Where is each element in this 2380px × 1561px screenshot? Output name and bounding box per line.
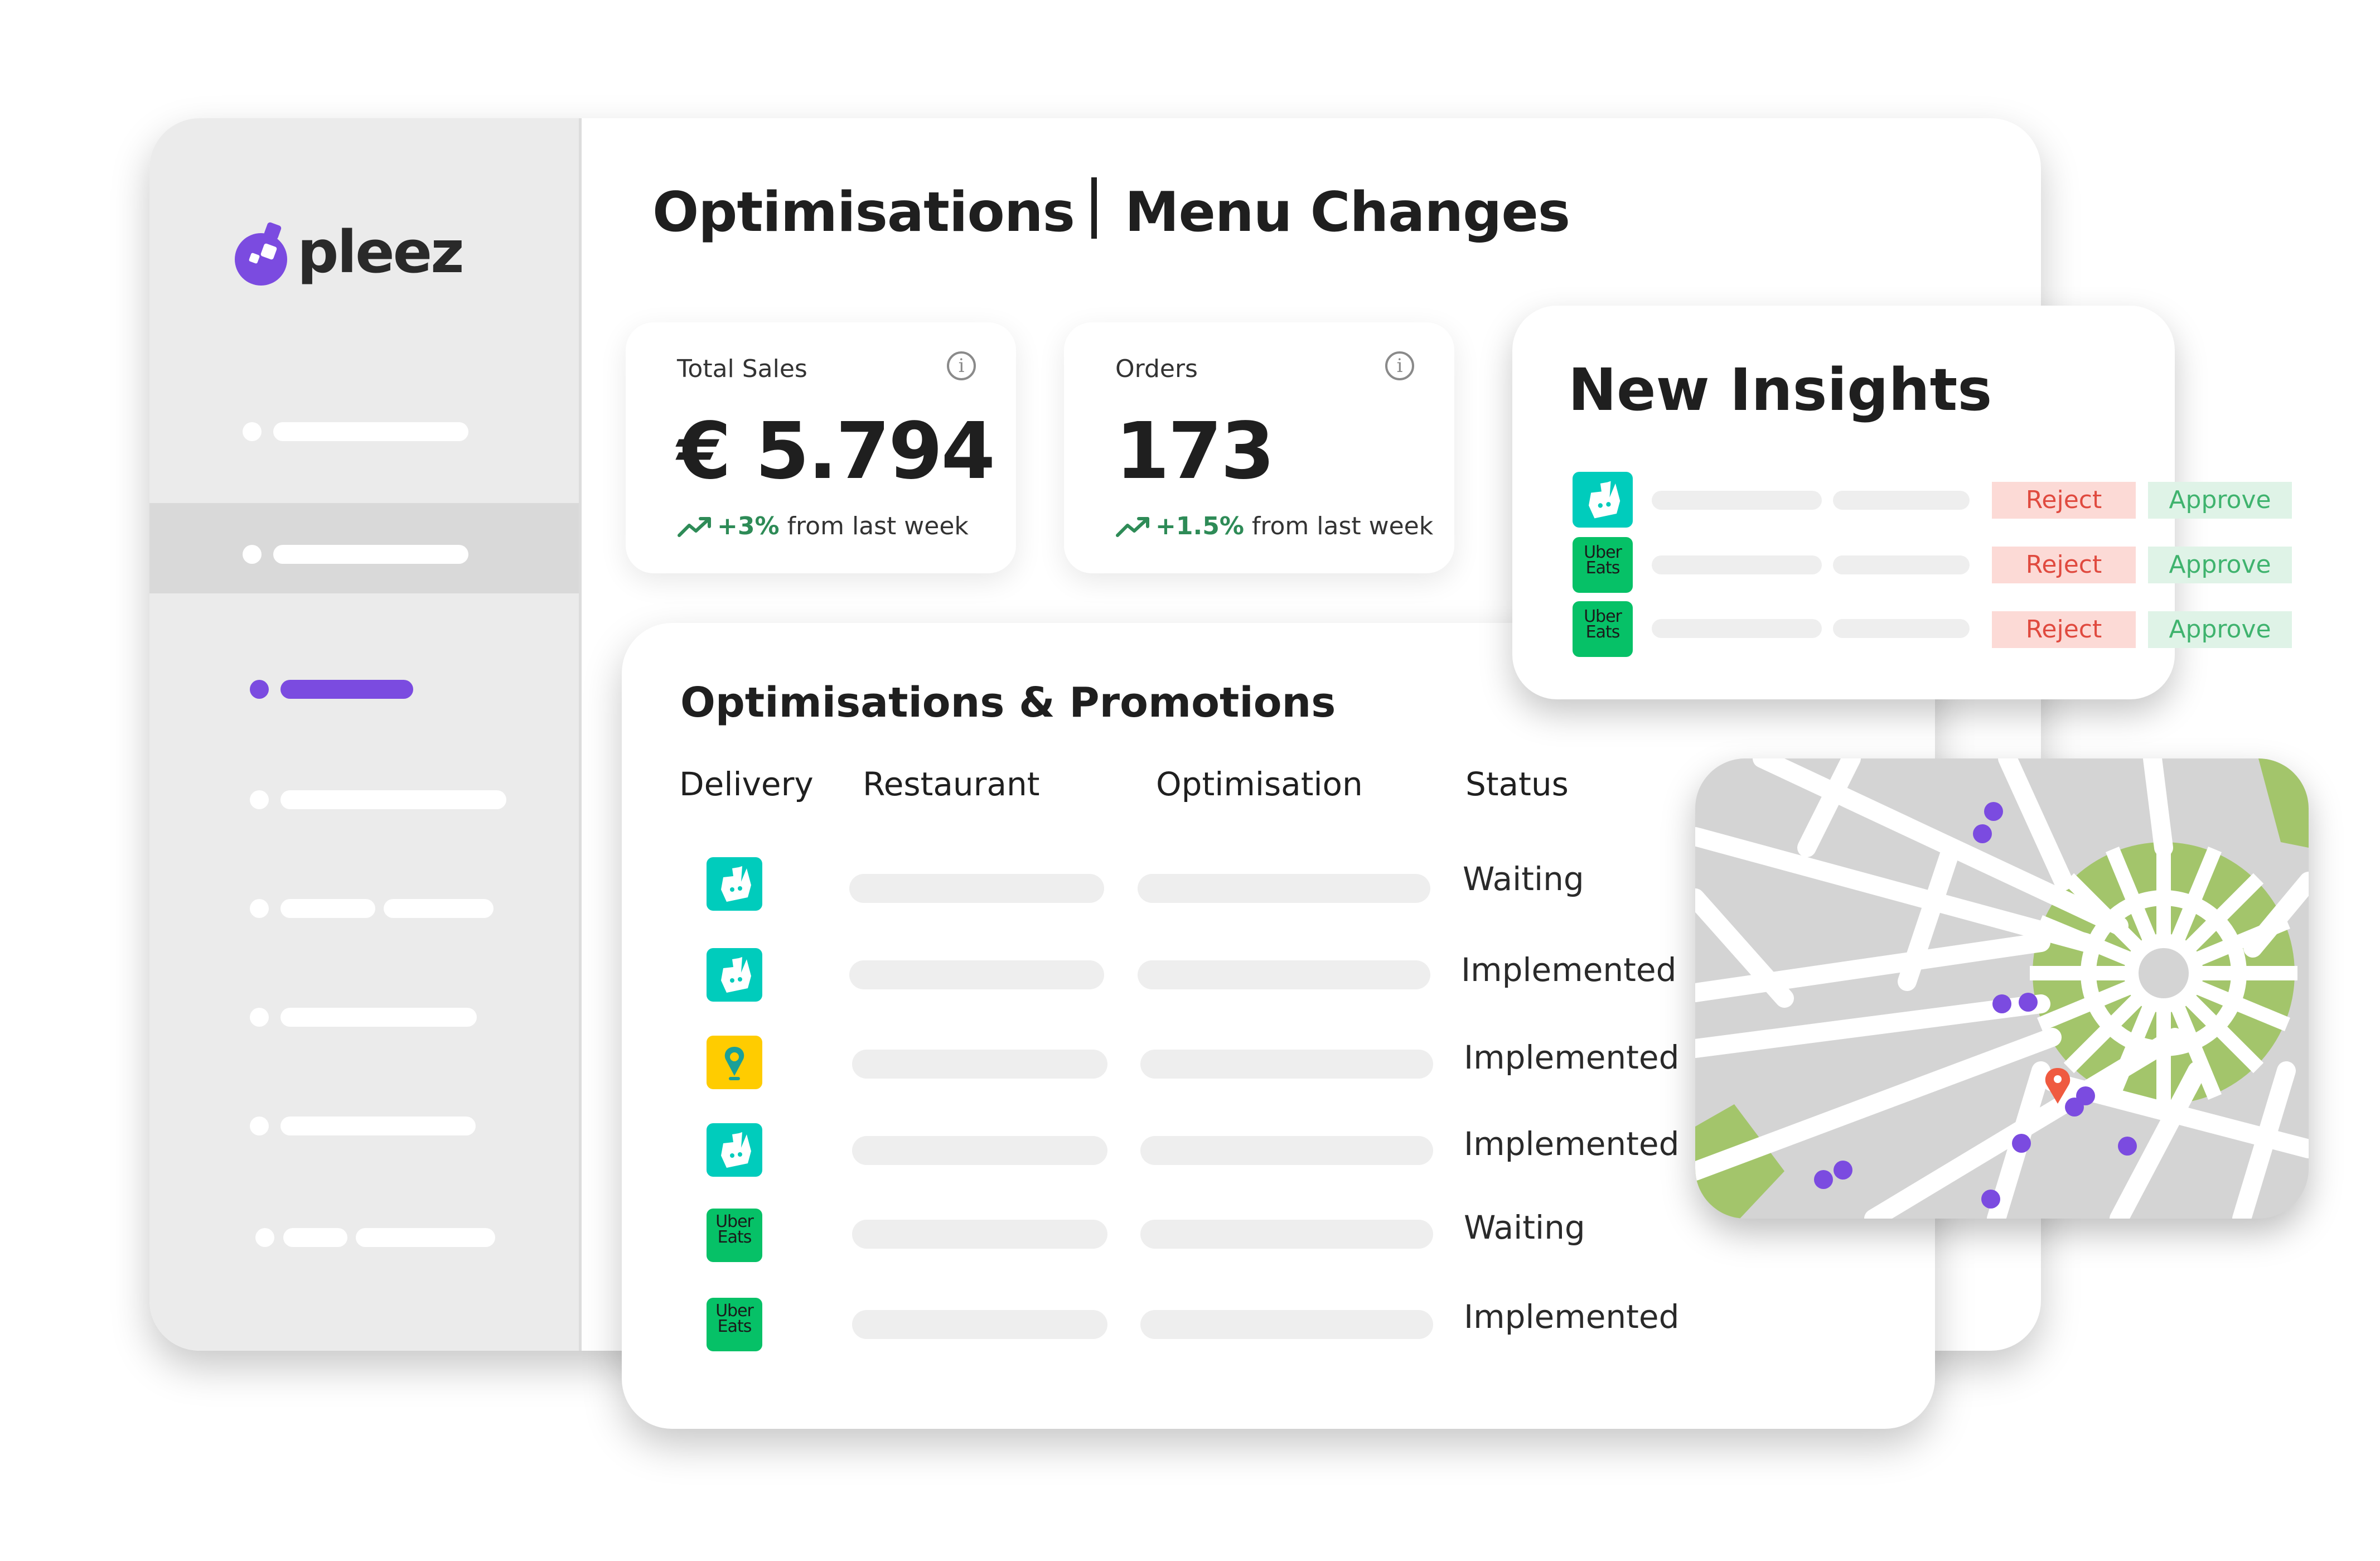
info-icon[interactable]: i [1385, 351, 1414, 380]
status-text: Implemented [1464, 1298, 1680, 1336]
placeholder-text [1652, 555, 1822, 574]
kpi-value: € 5.794 [677, 406, 995, 497]
justeat-logo-icon [707, 1036, 762, 1089]
info-icon[interactable]: i [947, 351, 976, 380]
pleez-logo: pleez [233, 213, 467, 291]
placeholder-text [1833, 491, 1970, 510]
placeholder-restaurant [849, 874, 1104, 903]
insights-title: New Insights [1568, 356, 1992, 424]
kpi-trend: +3% from last week [677, 512, 969, 540]
trend-up-icon [678, 517, 711, 537]
placeholder-optimisation [1140, 1050, 1433, 1079]
reject-button[interactable]: Reject [1992, 482, 2136, 519]
deliveroo-logo-icon [707, 948, 762, 1002]
ubereats-logo-icon: Uber Eats [707, 1298, 762, 1351]
deliveroo-logo-icon [1573, 472, 1633, 528]
status-text: Waiting [1464, 1209, 1585, 1246]
column-header-optimisation: Optimisation [1156, 765, 1363, 803]
status-text: Implemented [1464, 1125, 1680, 1163]
trend-up-icon [1116, 517, 1149, 537]
ubereats-logo-icon: Uber Eats [707, 1209, 762, 1262]
kpi-label: Orders [1115, 355, 1198, 383]
placeholder-optimisation [1140, 1220, 1433, 1249]
placeholder-restaurant [852, 1220, 1107, 1249]
approve-button[interactable]: Approve [2148, 611, 2292, 648]
logo-wordmark: pleez [297, 218, 465, 286]
approve-button[interactable]: Approve [2148, 482, 2292, 519]
panel-title: Optimisations & Promotions [680, 679, 1336, 727]
new-insights-card: New Insights Reject Approve Uber Eats Rej… [1512, 306, 2292, 699]
placeholder-optimisation [1138, 874, 1430, 903]
status-text: Implemented [1461, 951, 1677, 989]
placeholder-optimisation [1140, 1136, 1433, 1165]
map-canvas[interactable] [1695, 758, 2309, 1219]
placeholder-text [1652, 619, 1822, 638]
ubereats-logo-icon: Uber Eats [1573, 537, 1633, 593]
status-text: Waiting [1463, 860, 1584, 898]
column-header-delivery: Delivery [679, 765, 814, 803]
placeholder-text [1833, 555, 1970, 574]
kpi-trend: +1.5% from last week [1115, 512, 1433, 540]
map-widget[interactable] [1695, 758, 2309, 1219]
deliveroo-logo-icon [707, 1123, 762, 1177]
column-header-restaurant: Restaurant [863, 765, 1040, 803]
kpi-value: 173 [1115, 406, 1275, 497]
page-title: Optimisations Menu Changes [652, 177, 1570, 244]
placeholder-restaurant [852, 1310, 1107, 1339]
column-header-status: Status [1465, 765, 1569, 803]
kpi-card-total-sales: Total Sales i € 5.794 +3% from last week [626, 322, 1016, 573]
status-text: Implemented [1464, 1038, 1680, 1076]
kpi-card-orders: Orders i 173 +1.5% from last week [1064, 322, 1454, 573]
sidebar: pleez [149, 118, 582, 1351]
placeholder-restaurant [852, 1050, 1107, 1079]
approve-button[interactable]: Approve [2148, 547, 2292, 583]
ubereats-logo-icon: Uber Eats [1573, 601, 1633, 657]
placeholder-text [1652, 491, 1822, 510]
kpi-label: Total Sales [677, 355, 807, 383]
pleez-logo-icon [235, 222, 287, 286]
placeholder-optimisation [1140, 1310, 1433, 1339]
placeholder-restaurant [849, 960, 1104, 989]
placeholder-restaurant [852, 1136, 1107, 1165]
placeholder-optimisation [1138, 960, 1430, 989]
reject-button[interactable]: Reject [1992, 611, 2136, 648]
placeholder-text [1833, 619, 1970, 638]
reject-button[interactable]: Reject [1992, 547, 2136, 583]
deliveroo-logo-icon [707, 857, 762, 911]
